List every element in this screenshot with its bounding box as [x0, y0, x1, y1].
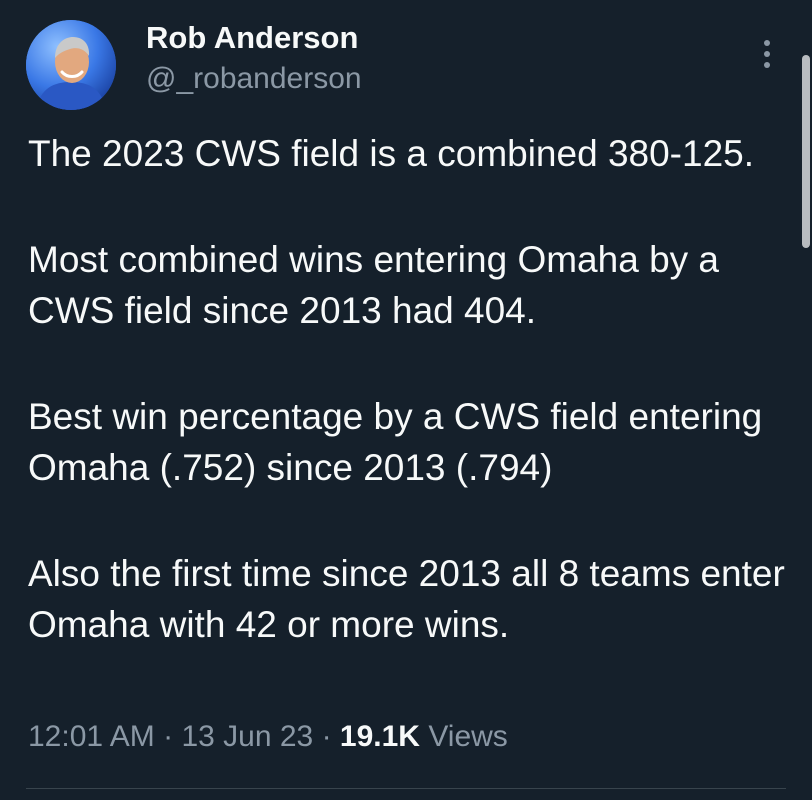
more-options-button[interactable] — [752, 34, 782, 74]
tweet-time[interactable]: 12:01 AM — [28, 720, 155, 753]
tweet-paragraph: Also the first time since 2013 all 8 tea… — [28, 553, 785, 645]
views-label[interactable]: Views — [428, 720, 507, 753]
meta-separator: · — [321, 720, 332, 753]
tweet-meta: 12:01 AM · 13 Jun 23 · 19.1K Views — [28, 720, 508, 754]
views-count[interactable]: 19.1K — [340, 720, 420, 753]
user-handle[interactable]: @_robanderson — [146, 62, 362, 96]
more-vertical-icon-dot — [764, 51, 770, 57]
scrollbar-thumb[interactable] — [802, 55, 810, 248]
more-vertical-icon-dot — [764, 62, 770, 68]
tweet-paragraph: Best win percentage by a CWS field enter… — [28, 396, 763, 488]
divider — [26, 788, 786, 789]
meta-separator: · — [163, 720, 174, 753]
avatar-image — [26, 20, 116, 110]
tweet-date[interactable]: 13 Jun 23 — [181, 720, 313, 753]
display-name[interactable]: Rob Anderson — [146, 20, 358, 56]
more-vertical-icon — [764, 40, 770, 46]
tweet-paragraph: Most combined wins entering Omaha by a C… — [28, 239, 720, 331]
tweet-paragraph: The 2023 CWS field is a combined 380-125… — [28, 133, 755, 174]
avatar[interactable] — [26, 20, 116, 110]
tweet-text: The 2023 CWS field is a combined 380-125… — [28, 128, 798, 705]
